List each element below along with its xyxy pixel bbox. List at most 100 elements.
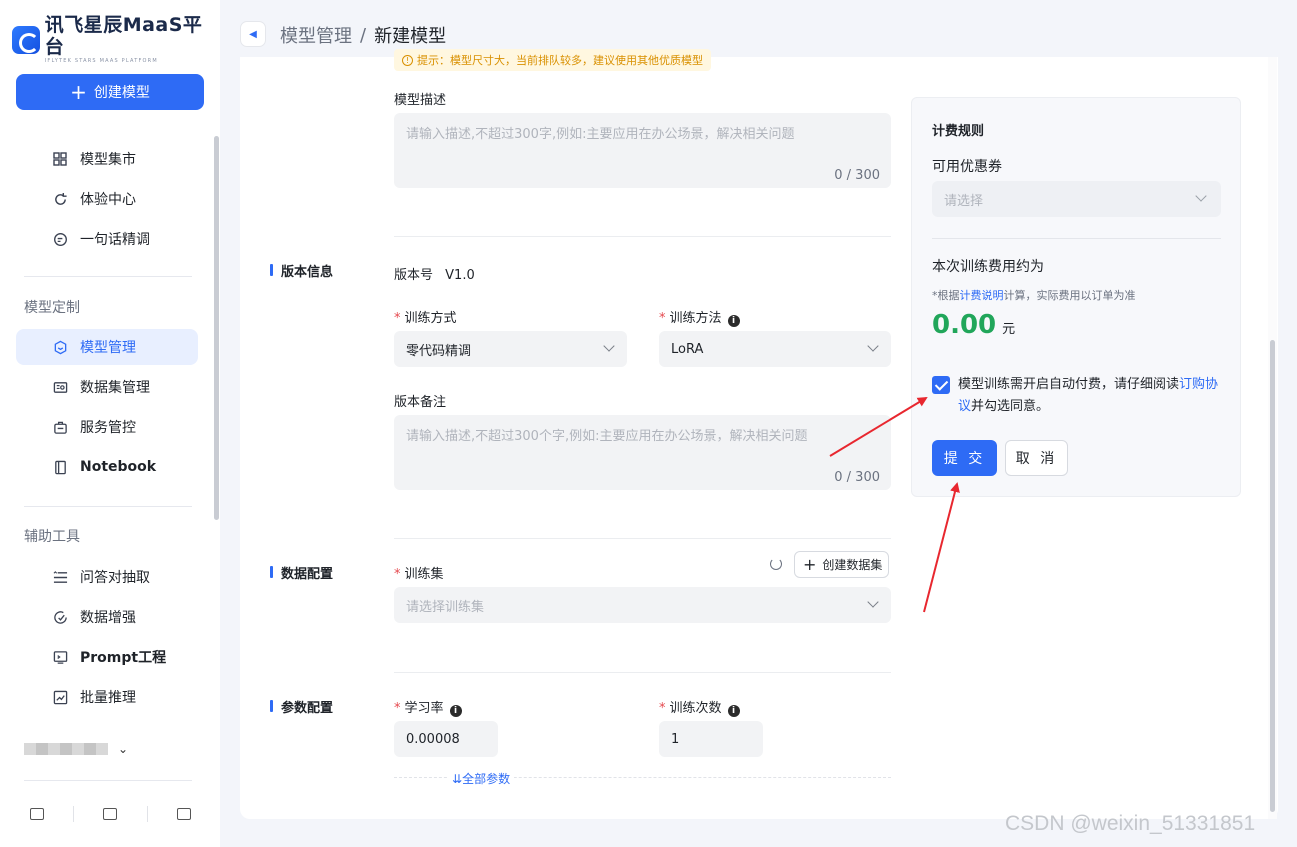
sidebar-item-label: Prompt工程: [80, 650, 167, 666]
fee-note-prefix: *根据: [932, 289, 960, 302]
all-params-toggle[interactable]: ⇊全部参数: [448, 770, 515, 787]
chevron-left-icon: ◀: [249, 28, 257, 40]
sidebar-item-batch-inference[interactable]: 批量推理: [16, 679, 198, 715]
avatar: [24, 743, 108, 755]
info-icon[interactable]: i: [727, 705, 740, 717]
remark-textarea[interactable]: 请输入描述,不超过300个字,例如:主要应用在办公场景，解决相关问题 0 / 3…: [394, 415, 891, 490]
sidebar-divider: [24, 780, 192, 781]
trainset-select[interactable]: 请选择训练集: [394, 587, 891, 623]
sidebar-item-label: 服务管控: [80, 420, 136, 436]
desc-label: 模型描述: [394, 93, 447, 108]
train-method-select[interactable]: LoRA: [659, 331, 891, 367]
learning-rate-input[interactable]: 0.00008: [394, 721, 498, 757]
sidebar-item-qa-extract[interactable]: 问答对抽取: [16, 559, 198, 595]
breadcrumb: 模型管理 / 新建模型: [280, 22, 446, 48]
train-method-value: LoRA: [671, 341, 704, 357]
section-divider: [394, 538, 891, 539]
create-model-label: 创建模型: [93, 85, 150, 101]
logo-name: 讯飞星辰MaaS平台: [44, 14, 203, 58]
required-mark: *: [659, 311, 666, 326]
desc-textarea[interactable]: 请输入描述,不超过300字,例如:主要应用在办公场景，解决相关问题 0 / 30…: [394, 113, 891, 188]
cancel-button[interactable]: 取 消: [1005, 440, 1068, 476]
create-dataset-button[interactable]: + 创建数据集: [794, 551, 890, 578]
lr-label: 学习率: [404, 701, 444, 716]
chevron-down-icon: [867, 340, 879, 352]
sidebar-scrollbar[interactable]: [214, 136, 219, 520]
fee-label: 本次训练费用约为: [932, 259, 1044, 275]
refresh-icon[interactable]: [770, 558, 782, 570]
double-chevron-down-icon: ⇊: [452, 772, 463, 786]
user-menu[interactable]: ⌄: [24, 742, 128, 756]
required-mark: *: [394, 311, 401, 326]
fee-note: *根据计费说明计算，实际费用以订单为准: [932, 287, 1136, 303]
train-method-label-row: * 训练方法 i: [659, 307, 740, 327]
info-icon: !: [402, 54, 413, 66]
epochs-input[interactable]: 1: [659, 721, 763, 757]
sidebar-item-label: 一句话精调: [80, 232, 150, 248]
fee-note-suffix: 计算，实际费用以订单为准: [1003, 289, 1136, 302]
fee-unit: 元: [1002, 322, 1016, 337]
create-model-button[interactable]: + 创建模型: [16, 74, 204, 110]
warning-tip-text: 提示：模型尺寸大，当前排队较多，建议使用其他优质模型: [417, 54, 703, 67]
document-icon[interactable]: [177, 808, 191, 820]
list-icon: [52, 569, 68, 585]
chevron-down-icon: [1195, 190, 1207, 202]
agreement-text: 模型训练需开启自动付费，请仔细阅读订购协议并勾选同意。: [958, 374, 1222, 418]
chevron-down-icon: [867, 596, 879, 608]
back-button[interactable]: ◀: [240, 21, 266, 47]
info-icon[interactable]: i: [449, 705, 462, 717]
service-icon: [52, 419, 68, 435]
train-mode-value: 零代码精调: [406, 343, 472, 359]
version-label: 版本号: [394, 268, 434, 283]
required-mark: *: [394, 701, 401, 716]
coupon-label: 可用优惠券: [932, 159, 1002, 175]
billing-doc-link[interactable]: 计费说明: [960, 289, 1004, 302]
chevron-down-icon: ⌄: [118, 742, 129, 756]
feedback-icon[interactable]: [30, 808, 44, 820]
breadcrumb-parent[interactable]: 模型管理: [280, 22, 352, 48]
create-dataset-label: 创建数据集: [822, 558, 883, 572]
train-method-label: 训练方法: [669, 311, 722, 326]
sidebar-item-dataset-management[interactable]: 数据集管理: [16, 369, 198, 405]
epochs-label-row: * 训练次数 i: [659, 697, 740, 717]
dataset-icon: [52, 379, 68, 395]
sidebar-item-one-sentence-tune[interactable]: 一句话精调: [16, 221, 198, 257]
logo[interactable]: 讯飞星辰MaaS平台 IFLYTEK STARS MAAS PLATFORM: [12, 14, 220, 65]
sidebar-item-data-augment[interactable]: 数据增强: [16, 599, 198, 635]
sidebar-item-label: 批量推理: [80, 690, 136, 706]
trainset-label: 训练集: [404, 567, 444, 582]
logo-text: 讯飞星辰MaaS平台 IFLYTEK STARS MAAS PLATFORM: [45, 14, 220, 65]
billing-card: 计费规则 可用优惠券 请选择 本次训练费用约为 *根据计费说明计算，实际费用以订…: [911, 97, 1241, 497]
agree-suffix: 并勾选同意。: [971, 399, 1050, 414]
sidebar-item-label: 模型集市: [80, 152, 136, 168]
sidebar-item-model-management[interactable]: 模型管理: [16, 329, 198, 365]
info-icon[interactable]: i: [727, 315, 740, 327]
main-scrollbar[interactable]: [1270, 340, 1275, 812]
section-divider: [394, 672, 891, 673]
train-mode-select[interactable]: 零代码精调: [394, 331, 627, 367]
epochs-label: 训练次数: [669, 701, 722, 716]
agree-checkbox[interactable]: [932, 376, 950, 394]
fee-amount: 0.00 元: [932, 310, 1015, 340]
coupon-select[interactable]: 请选择: [932, 181, 1221, 217]
agree-text: 模型训练需开启自动付费，请仔细阅读: [958, 377, 1180, 392]
boost-icon: [52, 609, 68, 625]
sidebar-item-label: 问答对抽取: [80, 570, 150, 586]
sidebar-item-label: 模型管理: [80, 340, 136, 356]
sidebar-item-service-control[interactable]: 服务管控: [16, 409, 198, 445]
remark-label: 版本备注: [394, 395, 447, 410]
sidebar-item-experience[interactable]: 体验中心: [16, 181, 198, 217]
cube-icon: [52, 339, 68, 355]
sidebar-item-notebook[interactable]: Notebook: [16, 449, 198, 485]
submit-button[interactable]: 提 交: [932, 440, 997, 476]
version-value: V1.0: [445, 268, 475, 283]
sidebar-item-model-market[interactable]: 模型集市: [16, 141, 198, 177]
billing-icon[interactable]: [103, 808, 117, 820]
sidebar: 讯飞星辰MaaS平台 IFLYTEK STARS MAAS PLATFORM +…: [0, 0, 220, 847]
lr-value: 0.00008: [406, 731, 460, 747]
warning-tip: ! 提示：模型尺寸大，当前排队较多，建议使用其他优质模型: [394, 49, 711, 71]
sidebar-divider: [24, 276, 192, 277]
trainset-placeholder: 请选择训练集: [406, 599, 485, 615]
sidebar-item-prompt[interactable]: Prompt工程: [16, 639, 198, 675]
prompt-icon: [52, 649, 68, 665]
